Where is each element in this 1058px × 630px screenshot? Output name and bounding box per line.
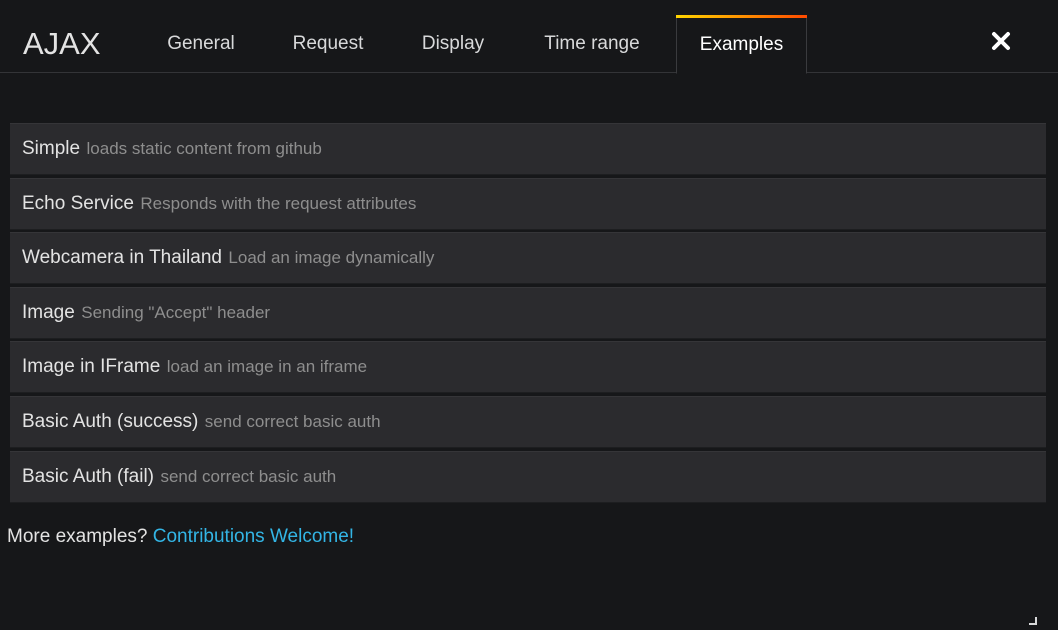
example-row-echo-service[interactable]: Echo Service Responds with the request a… <box>10 177 1046 230</box>
example-description: load an image in an iframe <box>166 357 368 377</box>
example-row-image-iframe[interactable]: Image in IFrame load an image in an ifra… <box>10 341 1046 394</box>
example-description: Load an image dynamically <box>228 248 435 268</box>
example-description: Responds with the request attributes <box>140 193 417 213</box>
tab-request[interactable]: Request <box>274 15 382 73</box>
example-description: Sending "Accept" header <box>81 302 271 322</box>
close-icon <box>992 32 1010 50</box>
example-name: Basic Auth (fail) <box>22 465 154 487</box>
example-row-basic-auth-success[interactable]: Basic Auth (success) send correct basic … <box>10 395 1046 448</box>
contributions-link[interactable]: Contributions Welcome! <box>153 526 354 547</box>
resize-handle-icon[interactable] <box>1029 612 1037 625</box>
more-examples-prompt: More examples? <box>7 526 148 547</box>
panel-title: AJAX <box>23 26 101 61</box>
example-name: Simple <box>22 138 81 159</box>
example-description: loads static content from github <box>86 139 322 158</box>
example-name: Basic Auth (success) <box>22 410 199 432</box>
editor-header: AJAX General Request Display Time range … <box>0 0 1058 74</box>
close-button[interactable] <box>988 28 1016 56</box>
example-name: Image in IFrame <box>22 356 161 378</box>
tab-time-range[interactable]: Time range <box>524 15 660 73</box>
tab-examples[interactable]: Examples <box>676 15 807 74</box>
example-name: Image <box>22 301 75 323</box>
example-description: send correct basic auth <box>160 466 337 486</box>
example-row-webcamera[interactable]: Webcamera in Thailand Load an image dyna… <box>10 232 1046 285</box>
examples-list: Simple loads static content from github … <box>10 123 1046 505</box>
tab-general[interactable]: General <box>148 15 254 73</box>
example-row-simple[interactable]: Simple loads static content from github <box>10 123 1046 175</box>
example-name: Webcamera in Thailand <box>22 247 222 269</box>
example-row-image[interactable]: Image Sending "Accept" header <box>10 286 1046 339</box>
example-description: send correct basic auth <box>204 411 381 431</box>
more-examples-footer: More examples? Contributions Welcome! <box>7 524 354 550</box>
example-row-basic-auth-fail[interactable]: Basic Auth (fail) send correct basic aut… <box>10 450 1046 503</box>
tab-display[interactable]: Display <box>403 15 503 73</box>
example-name: Echo Service <box>22 192 134 214</box>
